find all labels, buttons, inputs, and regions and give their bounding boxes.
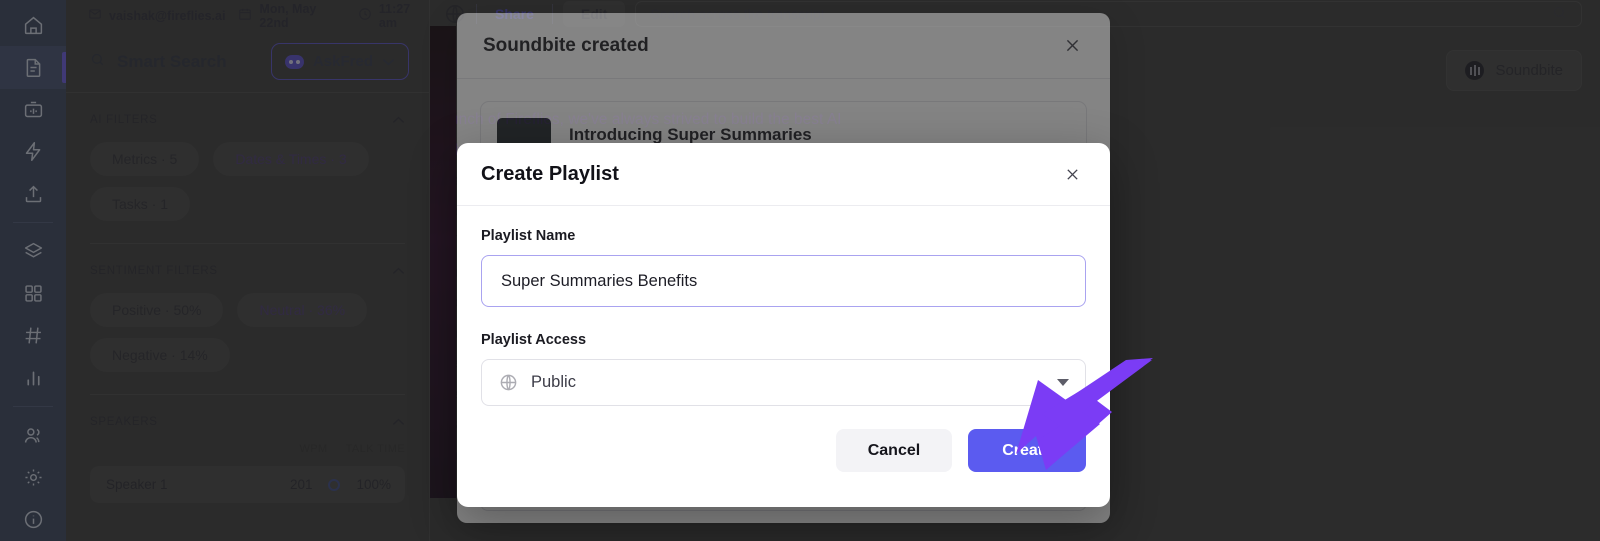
close-icon[interactable] — [1060, 34, 1084, 58]
soundbite-card-title: Introducing Super Summaries — [569, 125, 812, 144]
create-button[interactable]: Create — [968, 429, 1086, 472]
playlist-access-value: Public — [531, 373, 576, 391]
globe-icon — [499, 373, 518, 392]
playlist-access-select[interactable]: Public — [481, 359, 1086, 406]
create-playlist-actions: Cancel Create — [457, 406, 1110, 472]
playlist-name-input[interactable] — [481, 255, 1086, 307]
create-playlist-header: Create Playlist — [457, 143, 1110, 206]
soundbite-dialog-header: Soundbite created — [457, 13, 1110, 79]
playlist-name-label: Playlist Name — [481, 228, 576, 244]
create-playlist-body: Playlist Name Playlist Access Public — [457, 206, 1110, 406]
soundbite-dialog-title: Soundbite created — [483, 34, 649, 56]
playlist-access-label: Playlist Access — [481, 332, 587, 348]
chevron-down-icon — [1057, 379, 1069, 386]
create-playlist-dialog: Create Playlist Playlist Name Playlist A… — [457, 143, 1110, 507]
create-playlist-title: Create Playlist — [481, 162, 619, 185]
screen-root: vaishak@fireflies.ai Mon, May 22nd 11:27… — [0, 0, 1600, 541]
playlist-access-value-wrap: Public — [499, 373, 576, 392]
cancel-button[interactable]: Cancel — [835, 429, 953, 472]
close-icon[interactable] — [1060, 162, 1084, 186]
